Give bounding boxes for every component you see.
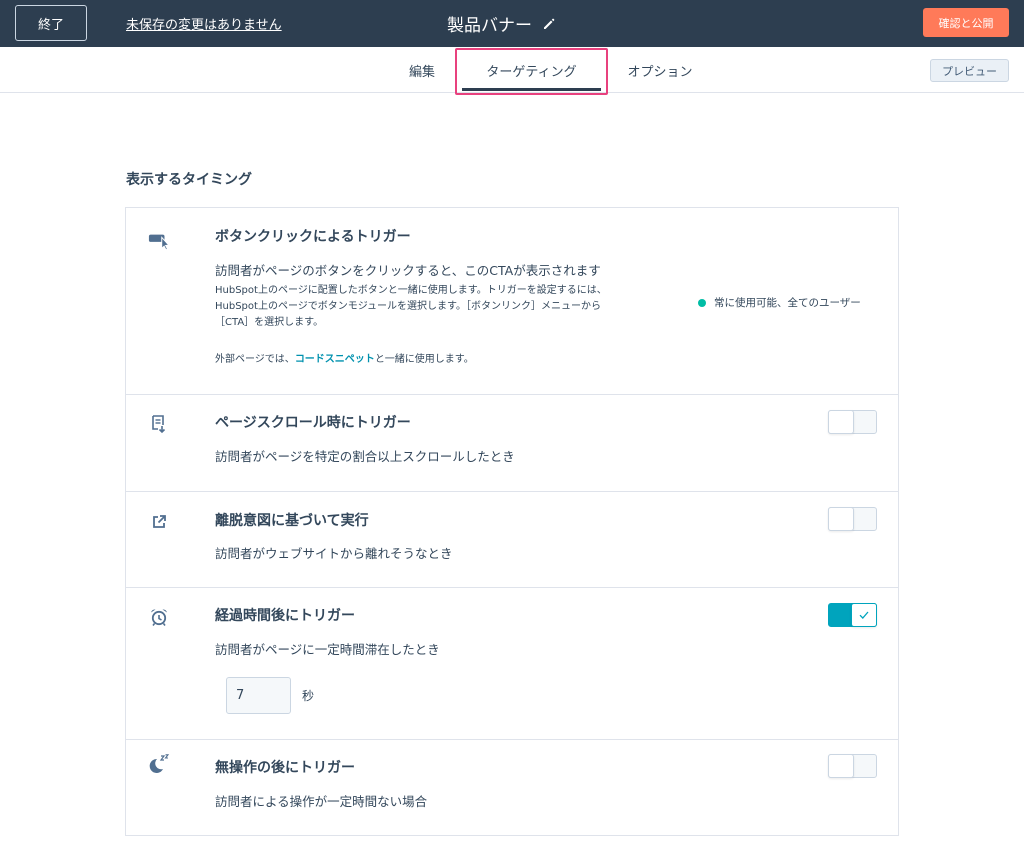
trigger-title: 離脱意図に基づいて実行 bbox=[215, 513, 369, 529]
trigger-row-inactivity: 無操作の後にトリガー 訪問者による操作が一定時間ない場合 bbox=[126, 740, 898, 836]
exit-intent-toggle[interactable] bbox=[828, 507, 877, 531]
trigger-list-panel: ボタンクリックによるトリガー 訪問者がページのボタンをクリックすると、このCTA… bbox=[125, 207, 899, 836]
section-heading: 表示するタイミング bbox=[126, 172, 252, 188]
trigger-title: 無操作の後にトリガー bbox=[215, 760, 355, 776]
trigger-description: 訪問者による操作が一定時間ない場合 bbox=[215, 794, 428, 809]
trigger-note-line: ［CTA］を選択します。 bbox=[215, 317, 324, 328]
external-suffix: と一緒に使用します。 bbox=[374, 354, 474, 365]
tab-targeting[interactable]: ターゲティング bbox=[458, 47, 605, 93]
alarm-clock-icon bbox=[148, 606, 170, 628]
review-and-publish-button[interactable]: 確認と公開 bbox=[923, 8, 1009, 37]
top-bar: 終了 未保存の変更はありません 製品バナー 確認と公開 bbox=[0, 0, 1024, 47]
trigger-note: HubSpot上のページに配置したボタンと一緒に使用します。トリガーを設定するに… bbox=[215, 283, 607, 331]
toggle-knob bbox=[828, 410, 854, 434]
unsaved-changes-link[interactable]: 未保存の変更はありません bbox=[126, 14, 282, 33]
tab-targeting-label: ターゲティング bbox=[486, 64, 577, 80]
status-dot-icon bbox=[698, 298, 706, 307]
tab-bar: 編集 ターゲティング オプション bbox=[0, 47, 1024, 93]
exit-button[interactable]: 終了 bbox=[15, 5, 87, 41]
pencil-edit-icon[interactable] bbox=[542, 17, 556, 31]
title-group: 製品バナー bbox=[447, 11, 556, 36]
toggle-knob bbox=[851, 603, 877, 627]
code-snippet-link[interactable]: コードスニペット bbox=[295, 354, 375, 365]
toggle-knob bbox=[828, 507, 854, 531]
trigger-row-page-scroll: ページスクロール時にトリガー 訪問者がページを特定の割合以上スクロールしたとき bbox=[126, 395, 898, 492]
availability-status: 常に使用可能、全てのユーザー bbox=[698, 295, 861, 310]
external-link-icon bbox=[148, 511, 170, 533]
trigger-row-button-click: ボタンクリックによるトリガー 訪問者がページのボタンをクリックすると、このCTA… bbox=[126, 208, 898, 395]
tab-edit[interactable]: 編集 bbox=[400, 47, 444, 93]
trigger-note-line: HubSpot上のページでボタンモジュールを選択します。［ボタンリンク］メニュー… bbox=[215, 301, 602, 312]
cursor-click-icon bbox=[148, 230, 170, 252]
trigger-description: 訪問者がページを特定の割合以上スクロールしたとき bbox=[215, 449, 515, 464]
seconds-unit-label: 秒 bbox=[302, 689, 315, 703]
seconds-input[interactable] bbox=[226, 677, 291, 714]
inactivity-toggle[interactable] bbox=[828, 754, 877, 778]
scroll-page-icon bbox=[148, 413, 170, 435]
external-prefix: 外部ページでは、 bbox=[215, 354, 295, 365]
toggle-knob bbox=[828, 754, 854, 778]
checkmark-icon bbox=[859, 611, 869, 619]
tab-options[interactable]: オプション bbox=[622, 47, 698, 93]
trigger-description: 訪問者がウェブサイトから離れそうなとき bbox=[215, 546, 453, 561]
trigger-note-line: HubSpot上のページに配置したボタンと一緒に使用します。トリガーを設定するに… bbox=[215, 285, 607, 296]
trigger-description: 訪問者がページに一定時間滞在したとき bbox=[215, 642, 440, 657]
external-usage-text: 外部ページでは、コードスニペットと一緒に使用します。 bbox=[215, 350, 474, 365]
page-scroll-toggle[interactable] bbox=[828, 410, 877, 434]
trigger-description: 訪問者がページのボタンをクリックすると、このCTAが表示されます bbox=[215, 263, 601, 278]
trigger-title: ページスクロール時にトリガー bbox=[215, 415, 411, 431]
elapsed-time-toggle[interactable] bbox=[828, 603, 877, 627]
active-tab-underline bbox=[462, 88, 601, 91]
sleep-moon-icon bbox=[148, 753, 170, 775]
status-text: 常に使用可能、全てのユーザー bbox=[714, 297, 861, 309]
trigger-row-exit-intent: 離脱意図に基づいて実行 訪問者がウェブサイトから離れそうなとき bbox=[126, 492, 898, 588]
page-title: 製品バナー bbox=[447, 16, 532, 36]
preview-button[interactable]: プレビュー bbox=[930, 59, 1009, 82]
trigger-row-elapsed-time: 経過時間後にトリガー 訪問者がページに一定時間滞在したとき 秒 bbox=[126, 588, 898, 740]
trigger-title: ボタンクリックによるトリガー bbox=[215, 229, 411, 245]
trigger-title: 経過時間後にトリガー bbox=[215, 608, 355, 624]
